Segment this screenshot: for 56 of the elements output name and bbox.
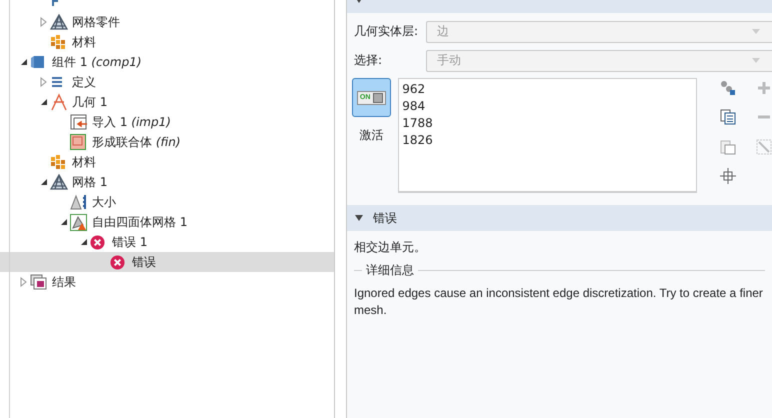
union-icon [70,134,86,150]
expand-arrow-icon[interactable] [20,277,27,287]
section-title: 错误 [373,210,397,226]
list-item[interactable]: 962 [402,81,693,98]
collapse-arrow-icon[interactable] [80,238,88,246]
collapse-arrow-icon[interactable] [40,98,48,106]
material-blocks-icon [50,154,66,170]
triangle-mesh-icon [50,174,68,190]
tree-item[interactable]: 自由四面体网格 1 [0,212,334,232]
list-item[interactable]: 1826 [402,132,693,149]
group-title: 详细信息 [366,262,414,279]
tree-item[interactable]: 定义 [0,72,334,92]
tree-item[interactable]: 材料 [0,32,334,52]
error-message: Ignored edges cause an inconsistent edge discretization. Try to create a finer mesh. [354,285,763,319]
zoom-to-selection-icon[interactable] [720,168,736,184]
clear-selection-icon[interactable] [756,138,772,154]
tree-item[interactable]: 几何 1 [0,92,334,112]
toggle-label: 激活 [360,127,384,144]
tree-item[interactable]: 材料 [0,152,334,172]
selection-list[interactable]: 962 984 1788 1826 [398,78,697,193]
tree-item[interactable]: 错误 1 [0,232,334,252]
cube-icon [30,54,46,70]
tree-item[interactable]: 组件 1 (comp1) [0,52,334,72]
tree-item[interactable]: 导入 1 (imp1) [0,112,334,132]
mesh-size-icon [70,194,88,210]
material-blocks-icon [50,34,66,50]
error-icon [110,254,125,270]
collapse-arrow-icon[interactable] [40,178,48,186]
list-icon [50,76,64,88]
copy-list-icon[interactable] [720,109,736,126]
plus-icon[interactable] [756,80,772,96]
error-summary: 相交边单元。 [354,239,427,256]
paste-icon[interactable] [720,138,736,154]
section-header[interactable]: 错误 [347,205,772,231]
tree-item[interactable]: 结果 [0,272,334,292]
error-icon [90,234,105,250]
list-item[interactable]: 1788 [402,115,693,132]
stacked-windows-icon [30,274,48,290]
field-label: 选择: [354,52,384,69]
chain-icon[interactable] [720,80,736,96]
expand-arrow-icon[interactable] [40,77,47,87]
collapse-arrow-icon[interactable] [20,58,28,66]
list-item[interactable]: 984 [402,98,693,115]
tree-item[interactable]: 网格零件 [0,12,334,32]
compass-icon [50,93,68,111]
collapse-caret-icon[interactable] [355,215,363,221]
tree-item[interactable]: 形成联合体 (fin) [0,132,334,152]
tree-item[interactable]: 大小 [0,192,334,212]
tetra-mesh-warning-icon [70,214,87,230]
expand-arrow-icon[interactable] [40,17,47,27]
collapse-arrow-icon[interactable] [60,218,68,226]
triangle-mesh-icon [50,14,68,30]
import-icon [70,114,88,130]
field-label: 几何实体层: [354,23,420,40]
tree-item[interactable]: 网格 1 [0,172,334,192]
tree-item[interactable]: 错误 [0,252,334,272]
